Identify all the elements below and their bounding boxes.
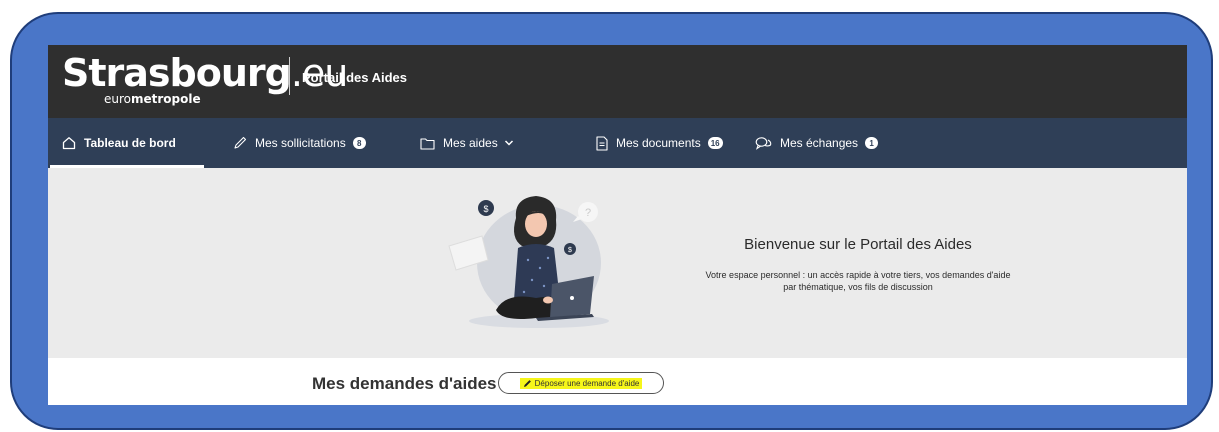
app-screen: Strasbourg.eu eurometropole Portail des … bbox=[48, 45, 1187, 405]
portal-title: Portail des Aides bbox=[302, 70, 407, 85]
nav-tableau-de-bord[interactable]: Tableau de bord bbox=[50, 118, 204, 168]
pencil-icon bbox=[523, 379, 531, 387]
count-badge: 8 bbox=[352, 137, 366, 149]
woman-laptop-illustration: $ $ ? bbox=[448, 196, 609, 328]
folder-icon bbox=[420, 137, 435, 150]
nav-label: Tableau de bord bbox=[84, 136, 176, 150]
top-header: Strasbourg.eu eurometropole Portail des … bbox=[48, 45, 1187, 118]
nav-label: Mes sollicitations bbox=[255, 136, 346, 150]
demandes-title: Mes demandes d'aides bbox=[312, 374, 497, 393]
svg-text:$: $ bbox=[483, 204, 488, 214]
nav-mes-echanges[interactable]: Mes échanges 1 bbox=[755, 118, 879, 168]
nav-mes-aides[interactable]: Mes aides bbox=[420, 118, 522, 168]
nav-label: Mes échanges bbox=[780, 136, 859, 150]
document-icon bbox=[596, 135, 608, 151]
nav-label: Mes aides bbox=[443, 136, 498, 150]
count-badge: 16 bbox=[707, 137, 723, 149]
nav-mes-sollicitations[interactable]: Mes sollicitations 8 bbox=[233, 118, 366, 168]
count-badge: 1 bbox=[865, 137, 879, 149]
svg-text:?: ? bbox=[585, 207, 591, 219]
welcome-description: Votre espace personnel : un accès rapide… bbox=[705, 270, 1011, 292]
deposit-label-highlight: Déposer une demande d'aide bbox=[519, 377, 643, 389]
strasbourg-logo[interactable]: Strasbourg.eu eurometropole bbox=[62, 51, 348, 111]
nav-label: Mes documents bbox=[616, 136, 701, 150]
header-divider bbox=[289, 57, 290, 95]
pen-icon bbox=[234, 136, 247, 149]
chevron-down-icon bbox=[504, 140, 513, 146]
demandes-section: Mes demandes d'aides Déposer une demande… bbox=[48, 358, 1187, 405]
home-icon bbox=[62, 137, 76, 150]
chat-icon bbox=[755, 137, 772, 150]
deposit-button-label: Déposer une demande d'aide bbox=[534, 378, 640, 388]
deposit-request-button[interactable]: Déposer une demande d'aide bbox=[498, 372, 664, 394]
svg-text:$: $ bbox=[568, 247, 572, 254]
nav-mes-documents[interactable]: Mes documents 16 bbox=[596, 118, 723, 168]
logo-subtitle: eurometropole bbox=[104, 92, 201, 106]
main-navigation: Tableau de bord Mes sollicitations 8 Mes… bbox=[48, 118, 1187, 168]
welcome-title: Bienvenue sur le Portail des Aides bbox=[744, 236, 972, 253]
welcome-section: $ $ ? Bienvenue sur le Portail des Aides… bbox=[48, 168, 1187, 358]
